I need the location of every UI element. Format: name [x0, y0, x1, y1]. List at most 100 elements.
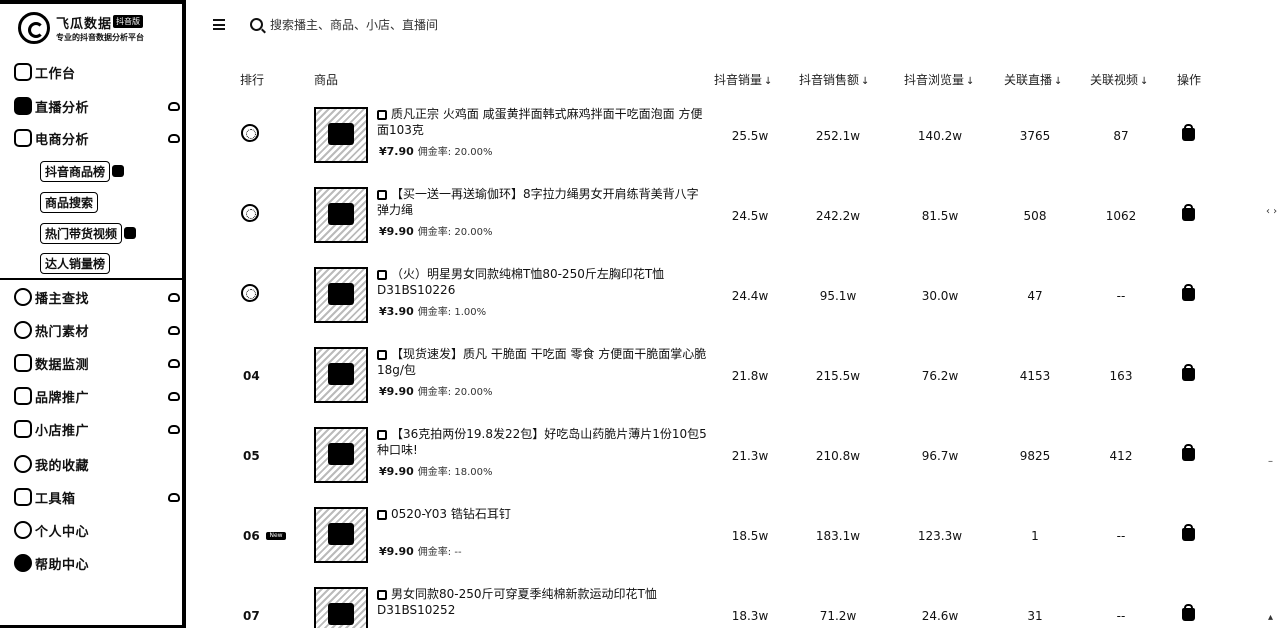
product-thumbnail[interactable] [314, 267, 368, 323]
product-title[interactable]: 男女同款80-250斤可穿夏季纯棉新款运动印花T恤D31BS10252 [377, 586, 707, 618]
sidebar-item-label: 播主查找 [35, 291, 90, 307]
sidebar-item-my-favorites[interactable]: 我的收藏 [14, 451, 182, 477]
brand-icon [14, 387, 32, 405]
shopping-bag-icon[interactable] [1182, 124, 1195, 141]
commission-rate: 佣金率: -- [417, 547, 462, 558]
shopping-bag-icon[interactable] [1182, 284, 1195, 301]
price-line: ¥9.90 佣金率: 20.00% [379, 223, 492, 238]
sidebar-item-help[interactable]: 帮助中心 [14, 550, 182, 576]
product-thumbnail[interactable] [314, 507, 368, 563]
sidebar-item-brand-promotion[interactable]: 品牌推广 [14, 383, 182, 409]
silver-medal-icon [241, 204, 259, 222]
table-row[interactable]: 05 【36克拍两份19.8发22包】好吃岛山药脆片薄片1份10包5种口味! ¥9.… [195, 415, 1265, 495]
views-value: 81.5w [921, 209, 959, 223]
table-row[interactable]: 04 【现货速发】质凡 干脆面 干吃面 零食 方便面干脆面掌心脆18g/包 ¥9.9… [195, 335, 1265, 415]
store-icon [14, 420, 32, 438]
sidebar-item-find-streamer[interactable]: 播主查找 [14, 284, 182, 310]
sidebar-item-label: 小店推广 [35, 423, 90, 439]
product-thumbnail[interactable] [314, 347, 368, 403]
column-header-sales[interactable]: 抖音销量 ↓ [714, 71, 772, 88]
table-row[interactable]: 【买一送一再送瑜伽环】8字拉力绳男女开肩练背美背八字弹力绳 ¥9.90 佣金率: 2… [195, 175, 1265, 255]
product-thumbnail[interactable] [314, 187, 368, 243]
sidebar-item-ecommerce-analysis[interactable]: 电商分析 [14, 125, 182, 151]
live-count: 3765 [1019, 129, 1051, 143]
table-row[interactable]: 07 男女同款80-250斤可穿夏季纯棉新款运动印花T恤D31BS10252 18.… [195, 575, 1265, 628]
product-thumbnail[interactable] [314, 427, 368, 483]
menu-toggle-icon[interactable] [213, 19, 225, 31]
sidebar-item-hot-material[interactable]: 热门素材 [14, 317, 182, 343]
product-title[interactable]: 【现货速发】质凡 干脆面 干吃面 零食 方便面干脆面掌心脆18g/包 [377, 346, 707, 378]
price: ¥3.90 [379, 305, 414, 318]
gmv-value: 95.1w [819, 289, 857, 303]
sidebar-subitem-hot-videos[interactable]: 热门带货视频 [40, 222, 137, 244]
column-header-live[interactable]: 关联直播 ↓ [1004, 71, 1062, 88]
chevron-down-icon [168, 424, 180, 434]
price-line: ¥9.90 佣金率: 18.00% [379, 463, 492, 478]
product-title[interactable]: 质凡正宗 火鸡面 咸蛋黄拌面韩式麻鸡拌面干吃面泡面 方便面103克 [377, 106, 707, 138]
shopping-bag-icon[interactable] [1182, 604, 1195, 621]
sidebar-item-label: 我的收藏 [35, 458, 90, 474]
sidebar-subitem-label: 商品搜索 [40, 191, 99, 213]
column-header-label: 关联直播 [1004, 73, 1053, 87]
live-count: 31 [1027, 609, 1043, 623]
logo[interactable]: 飞瓜数据 抖音版 专业的抖音数据分析平台 [18, 12, 168, 48]
product-thumbnail[interactable] [314, 107, 368, 163]
sidebar-item-toolbox[interactable]: 工具箱 [14, 484, 182, 510]
product-title[interactable]: 【36克拍两份19.8发22包】好吃岛山药脆片薄片1份10包5种口味! [377, 426, 707, 458]
search-input[interactable] [270, 14, 670, 36]
column-header-views[interactable]: 抖音浏览量 ↓ [904, 71, 974, 88]
live-count: 47 [1027, 289, 1043, 303]
gmv-value: 242.2w [815, 209, 861, 223]
chevron-down-icon [168, 292, 180, 302]
chevron-down-icon [168, 101, 180, 111]
hot-badge-icon [112, 165, 125, 177]
video-count: -- [1116, 609, 1126, 623]
bar-chart-icon [14, 97, 32, 115]
table-row[interactable]: （火）明星男女同款纯棉T恤80-250斤左胸印花T恤D31BS10226 ¥3.9… [195, 255, 1265, 335]
product-title[interactable]: 0520-Y03 锆钻石耳钉 [377, 506, 707, 522]
sidebar-item-label: 直播分析 [35, 100, 90, 116]
product-thumbnail[interactable] [314, 587, 368, 628]
column-header-action: 操作 [1177, 73, 1202, 87]
sidebar-item-label: 热门素材 [35, 324, 90, 340]
shopping-bag-icon[interactable] [1182, 204, 1195, 221]
search-icon [250, 18, 263, 31]
column-header-label: 关联视频 [1090, 73, 1139, 87]
column-header-gmv[interactable]: 抖音销售额 ↓ [799, 71, 869, 88]
table-row[interactable]: 质凡正宗 火鸡面 咸蛋黄拌面韩式麻鸡拌面干吃面泡面 方便面103克 ¥7.90 佣金… [195, 95, 1265, 175]
sidebar-item-label: 电商分析 [35, 132, 90, 148]
gold-medal-icon [241, 124, 259, 142]
views-value: 30.0w [921, 289, 959, 303]
video-count: 1062 [1105, 209, 1137, 223]
sidebar-item-live-analysis[interactable]: 直播分析 [14, 93, 182, 119]
table-row[interactable]: 06 New 0520-Y03 锆钻石耳钉 ¥9.90 佣金率: -- 18.5w 183.… [195, 495, 1265, 575]
product-title[interactable]: （火）明星男女同款纯棉T恤80-250斤左胸印花T恤D31BS10226 [377, 266, 707, 298]
sidebar-item-label: 工作台 [35, 66, 76, 82]
sort-arrow-icon: ↓ [1140, 76, 1149, 87]
shopping-bag-icon[interactable] [1182, 364, 1195, 381]
chevron-down-icon [168, 358, 180, 368]
product-title[interactable]: 【买一送一再送瑜伽环】8字拉力绳男女开肩练背美背八字弹力绳 [377, 186, 707, 218]
column-header-label: 抖音浏览量 [904, 73, 965, 87]
sidebar-subitem-influencer-ranking[interactable]: 达人销量榜 [40, 252, 111, 274]
sales-value: 24.5w [731, 209, 769, 223]
toolbox-icon [14, 488, 32, 506]
column-header-video[interactable]: 关联视频 ↓ [1090, 71, 1148, 88]
sidebar-subitem-product-ranking[interactable]: 抖音商品榜 [40, 160, 125, 182]
sidebar-item-label: 工具箱 [35, 491, 76, 507]
shopping-bag-icon[interactable] [1182, 524, 1195, 541]
sidebar-item-label: 帮助中心 [35, 557, 90, 573]
live-count: 508 [1023, 209, 1047, 223]
sidebar-subitem-product-search[interactable]: 商品搜索 [40, 191, 99, 213]
sidebar-item-store-promotion[interactable]: 小店推广 [14, 416, 182, 442]
price: ¥9.90 [379, 465, 414, 478]
sidebar-item-data-monitor[interactable]: 数据监测 [14, 350, 182, 376]
sort-arrow-icon: ↓ [966, 76, 975, 87]
gmv-value: 183.1w [815, 529, 861, 543]
views-value: 123.3w [917, 529, 963, 543]
sidebar-item-workbench[interactable]: 工作台 [14, 59, 182, 85]
bronze-medal-icon [241, 284, 259, 302]
video-count: -- [1116, 289, 1126, 303]
shopping-bag-icon[interactable] [1182, 444, 1195, 461]
sidebar-item-profile[interactable]: 个人中心 [14, 517, 182, 543]
